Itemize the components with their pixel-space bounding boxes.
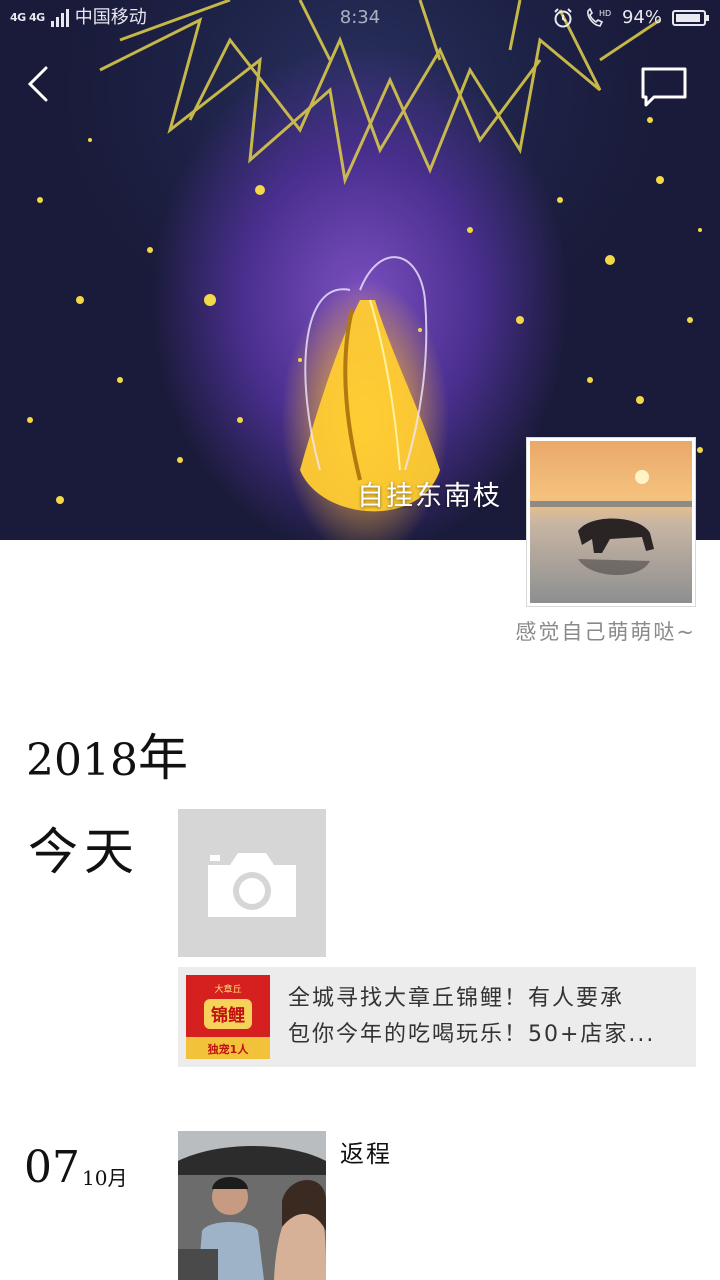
post-camera-button[interactable] — [178, 809, 326, 957]
post-date-month: 10月 — [82, 1166, 128, 1190]
message-bubble-icon — [641, 67, 687, 107]
profile-avatar[interactable] — [527, 438, 695, 606]
shared-link-line-2: 包你今年的吃喝玩乐！50+店家... — [288, 1022, 656, 1047]
avatar-image — [530, 441, 692, 603]
chevron-left-icon — [27, 66, 48, 102]
svg-text:HD: HD — [599, 9, 611, 18]
thumb-main-text: 锦鲤 — [211, 1005, 245, 1026]
battery-percent: 94% — [621, 7, 662, 28]
back-button[interactable] — [24, 62, 64, 106]
profile-nickname: 自挂东南枝 — [357, 481, 502, 512]
thumb-top-text: 大章丘 — [214, 983, 241, 995]
post-photo[interactable] — [178, 1131, 326, 1280]
post-caption: 返程 — [340, 1140, 392, 1168]
message-button[interactable] — [640, 66, 688, 108]
camera-icon — [208, 853, 296, 917]
profile-signature: 感觉自己萌萌哒~ — [515, 620, 696, 644]
thumb-bottom-text: 独宠1人 — [207, 1042, 250, 1056]
shared-link-thumbnail: 大章丘 锦鲤 独宠1人 — [186, 975, 270, 1059]
battery-icon — [672, 10, 709, 26]
today-label: 今天 — [28, 823, 140, 881]
shared-link-line-1: 全城寻找大章丘锦鲤！有人要承 — [288, 986, 625, 1011]
shared-link-card[interactable]: 大章丘 锦鲤 独宠1人 全城寻找大章丘锦鲤！有人要承 包你今年的吃喝玩乐！50+… — [178, 967, 696, 1067]
timeline-year: 2018年 — [26, 718, 188, 790]
status-bar: 4G 4G 中国移动 8:34 HD 94% — [0, 0, 720, 36]
hd-call-icon: HD — [587, 7, 611, 27]
year-number: 2018 — [26, 735, 138, 786]
year-unit: 年 — [137, 729, 188, 787]
shared-link-title: 全城寻找大章丘锦鲤！有人要承 包你今年的吃喝玩乐！50+店家... — [288, 981, 688, 1053]
alarm-icon — [554, 8, 572, 28]
post-date-day: 07 — [24, 1142, 80, 1193]
car-selfie-image — [178, 1131, 326, 1280]
koi-poster-image: 大章丘 锦鲤 独宠1人 — [186, 975, 270, 1059]
